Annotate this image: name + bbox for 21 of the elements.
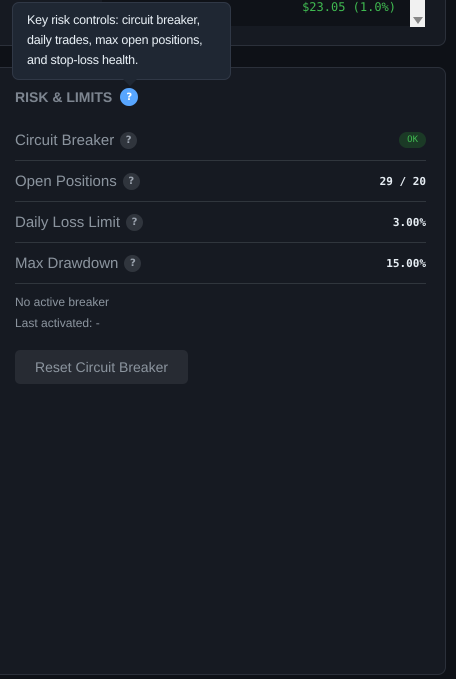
help-icon[interactable]: ? xyxy=(122,172,140,190)
down-arrow-icon[interactable] xyxy=(412,17,422,24)
change-value: $23.05 (1.0%) xyxy=(302,0,396,14)
help-icon[interactable]: ? xyxy=(126,214,144,230)
metric-value: 3.00% xyxy=(392,216,426,228)
metric-label: Open Positions xyxy=(15,172,117,190)
reset-button[interactable]: Reset Circuit Breaker xyxy=(15,350,188,384)
metric-value: 15.00% xyxy=(386,256,426,270)
help-icon[interactable]: ? xyxy=(124,254,142,272)
status-badge: OK xyxy=(399,132,426,148)
scrollbar[interactable] xyxy=(410,0,425,27)
help-icon[interactable]: ? xyxy=(120,132,138,148)
status-note: Last activated: - xyxy=(15,316,101,330)
metric-label: Max Drawdown xyxy=(15,254,118,272)
help-icon[interactable]: ? xyxy=(120,88,138,106)
section-title: RISK & LIMITS xyxy=(15,89,112,105)
tooltip-pointer xyxy=(123,79,137,86)
metric-label: Daily Loss Limit xyxy=(15,214,120,230)
metric-label: Circuit Breaker xyxy=(15,132,114,148)
metric-value: 29 / 20 xyxy=(380,174,426,188)
status-note: No active breaker xyxy=(15,295,110,309)
